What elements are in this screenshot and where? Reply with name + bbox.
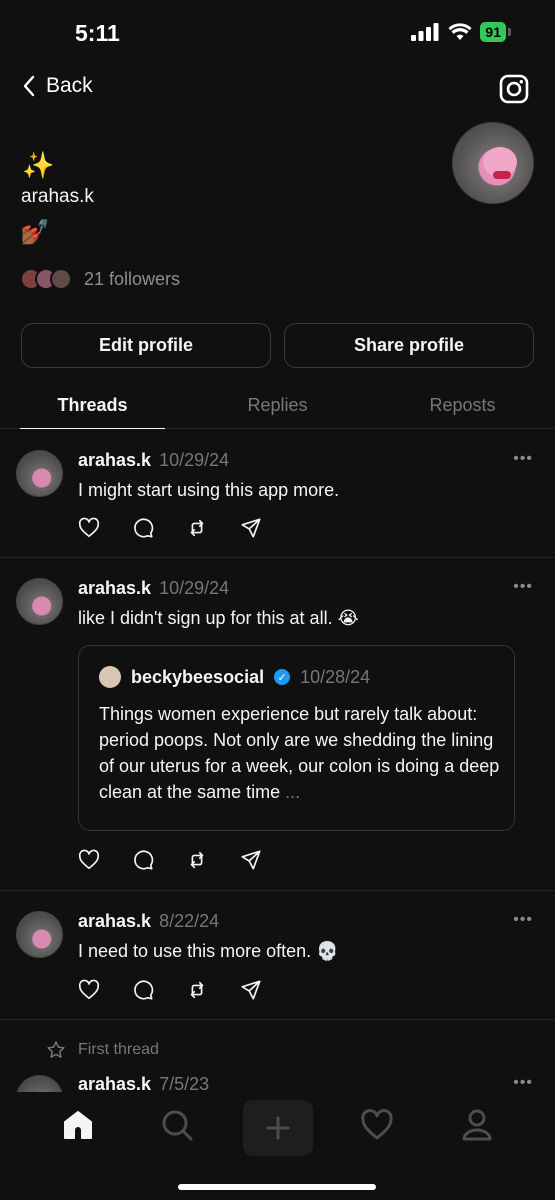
quoted-post-ellipsis: ... <box>285 782 301 802</box>
repost-icon[interactable] <box>186 517 208 539</box>
tab-reposts[interactable]: Reposts <box>370 385 555 428</box>
status-indicators: 91 <box>410 22 511 42</box>
heart-icon[interactable] <box>78 979 100 1001</box>
profile-avatar[interactable] <box>452 122 534 204</box>
post-date: 8/22/24 <box>159 911 220 931</box>
post-header: arahas.k 10/29/24 <box>78 450 229 471</box>
more-options-icon[interactable]: ••• <box>513 1074 533 1092</box>
more-options-icon[interactable]: ••• <box>513 450 533 468</box>
instagram-icon[interactable] <box>499 74 529 104</box>
comment-icon[interactable] <box>132 979 154 1001</box>
plus-icon <box>266 1116 290 1140</box>
share-icon[interactable] <box>240 849 262 871</box>
home-icon[interactable] <box>61 1108 95 1142</box>
share-profile-button[interactable]: Share profile <box>284 323 534 368</box>
post-avatar[interactable] <box>16 450 63 497</box>
thread-post[interactable]: arahas.k 8/22/24 ••• I need to use this m… <box>0 891 555 1020</box>
quoted-post-body: Things women experience but rarely talk … <box>99 701 509 805</box>
thread-post[interactable]: arahas.k 10/29/24 ••• I might start using… <box>0 430 555 558</box>
followers-link[interactable]: 21 followers <box>20 268 180 290</box>
quoted-post-username[interactable]: beckybeesocial <box>131 667 264 688</box>
status-time: 5:11 <box>75 20 120 46</box>
post-text: like I didn't sign up for this at all. 😭 <box>78 608 359 628</box>
verified-badge-icon: ✓ <box>274 669 291 685</box>
home-indicator[interactable] <box>178 1184 376 1190</box>
post-text: I might start using this app more. <box>78 480 340 500</box>
bio-emoji-nails: 💅🏾 <box>20 219 50 246</box>
post-actions <box>78 517 262 539</box>
star-icon <box>47 1041 65 1058</box>
follower-avatars <box>20 268 72 290</box>
edit-profile-button[interactable]: Edit profile <box>21 323 271 368</box>
search-icon[interactable] <box>160 1108 194 1142</box>
quoted-post[interactable]: beckybeesocial ✓ 10/28/24 Things women e… <box>78 645 515 831</box>
quoted-post-header: beckybeesocial ✓ 10/28/24 <box>99 666 370 688</box>
share-icon[interactable] <box>240 979 262 1001</box>
post-username[interactable]: arahas.k <box>78 450 151 470</box>
heart-icon[interactable] <box>78 517 100 539</box>
post-actions <box>78 979 262 1001</box>
quoted-post-date: 10/28/24 <box>300 666 371 687</box>
post-avatar[interactable] <box>16 911 63 958</box>
post-header: arahas.k 10/29/24 <box>78 578 229 599</box>
post-header: arahas.k 8/22/24 <box>78 911 219 932</box>
heart-icon[interactable] <box>360 1108 394 1142</box>
back-button[interactable]: Back <box>22 74 93 98</box>
more-options-icon[interactable]: ••• <box>513 578 533 596</box>
comment-icon[interactable] <box>132 849 154 871</box>
bottom-navigation <box>0 1092 555 1200</box>
post-username[interactable]: arahas.k <box>78 1074 151 1094</box>
share-icon[interactable] <box>240 517 262 539</box>
post-date: 7/5/23 <box>159 1074 210 1094</box>
battery-indicator: 91 <box>480 22 506 42</box>
post-username[interactable]: arahas.k <box>78 578 151 598</box>
post-date: 10/29/24 <box>159 450 230 470</box>
post-avatar[interactable] <box>16 578 63 625</box>
post-username[interactable]: arahas.k <box>78 911 151 931</box>
followers-count: 21 followers <box>84 268 181 289</box>
quoted-post-avatar[interactable] <box>99 666 121 688</box>
battery-tip <box>508 28 511 36</box>
back-label: Back <box>46 74 93 97</box>
wifi-icon <box>448 23 472 40</box>
cellular-signal-icon <box>411 23 439 41</box>
tab-threads[interactable]: Threads <box>0 385 185 429</box>
avatar-character-feet <box>493 171 511 179</box>
bio-emoji-sparkles: ✨ <box>22 150 55 180</box>
heart-icon[interactable] <box>78 849 100 871</box>
chevron-left-icon <box>23 75 35 97</box>
new-thread-button[interactable] <box>243 1100 313 1156</box>
tab-replies[interactable]: Replies <box>185 385 370 428</box>
repost-icon[interactable] <box>186 849 208 871</box>
post-text: I need to use this more often. 💀 <box>78 941 339 961</box>
post-date: 10/29/24 <box>159 578 230 598</box>
profile-icon[interactable] <box>460 1108 494 1142</box>
follower-avatar <box>50 268 72 290</box>
more-options-icon[interactable]: ••• <box>513 911 533 929</box>
post-actions <box>78 849 262 871</box>
repost-icon[interactable] <box>186 979 208 1001</box>
profile-tabs: Threads Replies Reposts <box>0 385 555 429</box>
comment-icon[interactable] <box>132 517 154 539</box>
first-thread-text: First thread <box>78 1041 159 1058</box>
profile-username: arahas.k <box>21 186 94 207</box>
first-thread-label: First thread <box>46 1040 159 1060</box>
